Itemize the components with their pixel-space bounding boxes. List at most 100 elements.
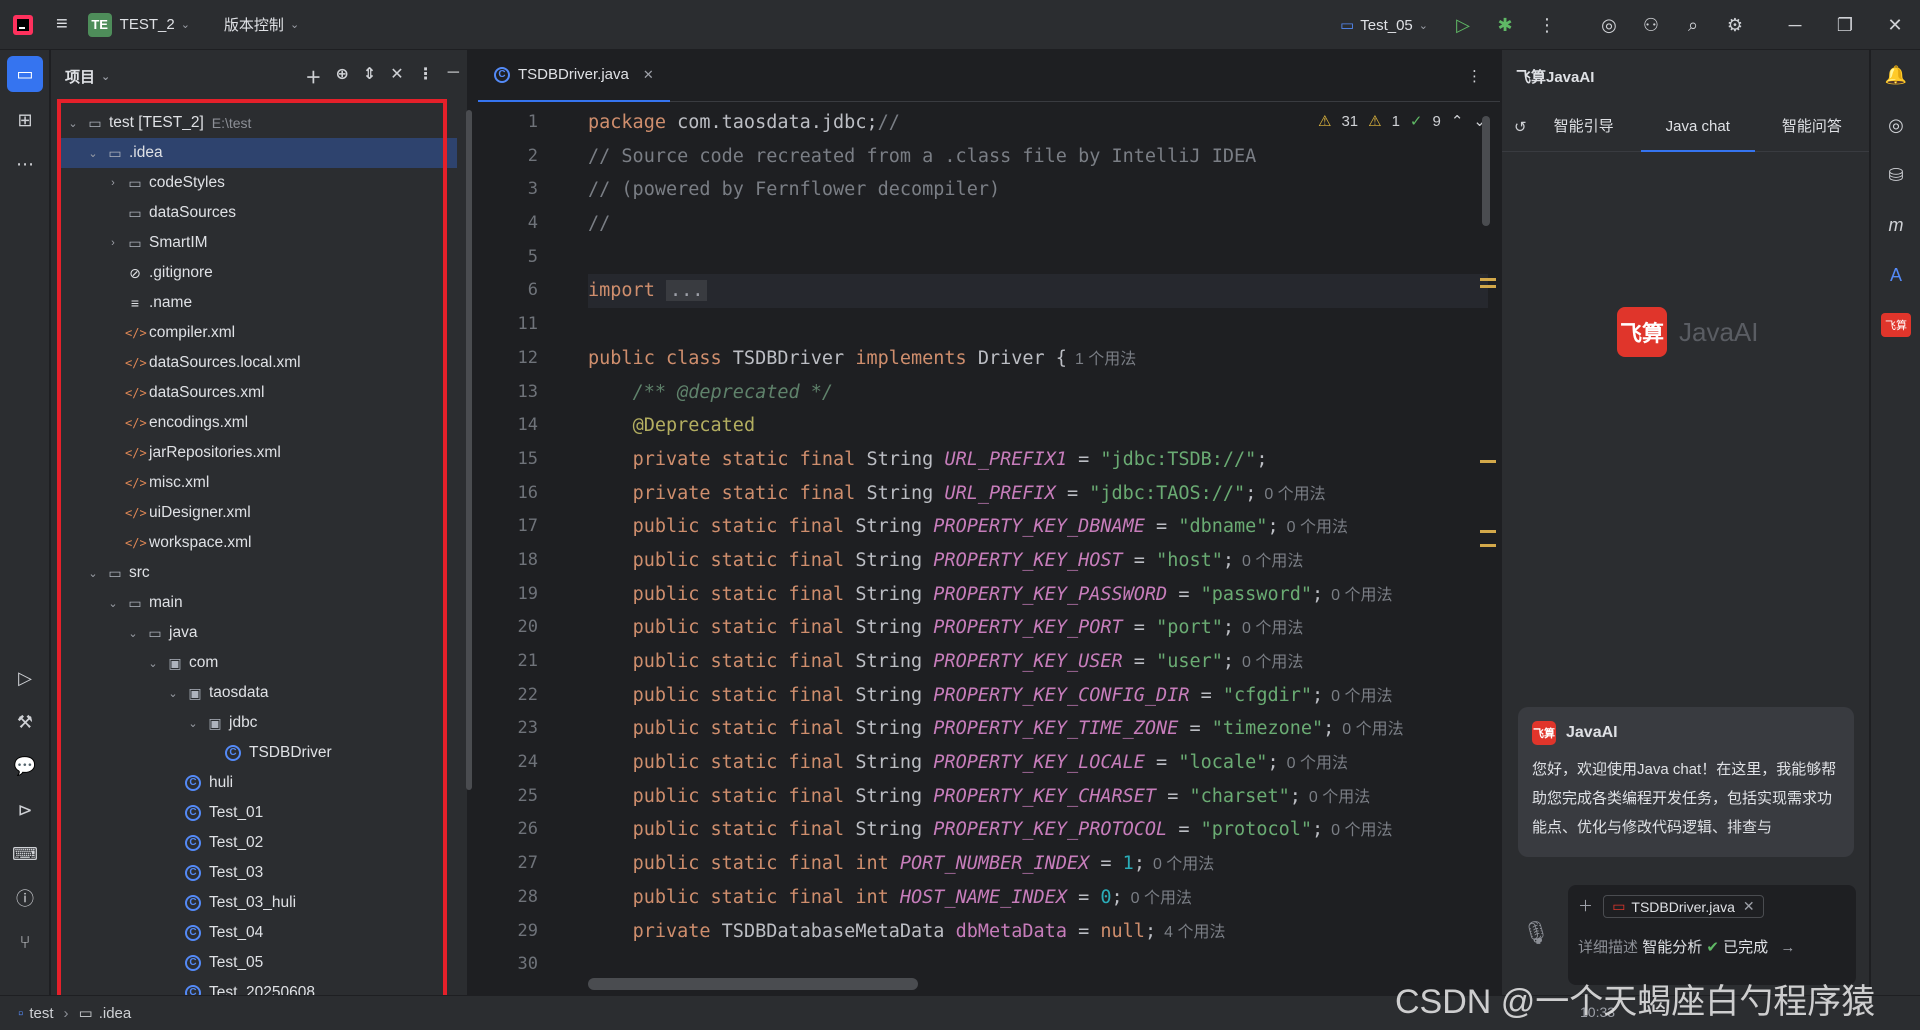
ai-chat-icon[interactable]: ◎ bbox=[1871, 100, 1920, 150]
code-line[interactable]: public static final String PROPERTY_KEY_… bbox=[588, 780, 1488, 814]
problems-tool-icon[interactable]: ⓘ bbox=[0, 876, 50, 920]
chat-input[interactable]: ＋ ▭ TSDBDriver.java ✕ 详细描述 智能分析 ✔ 已完成 → bbox=[1568, 885, 1856, 985]
code-line[interactable]: @Deprecated bbox=[588, 409, 1488, 443]
tab-smart-guide[interactable]: 智能引导 bbox=[1527, 102, 1641, 152]
code-line[interactable]: public static final String PROPERTY_KEY_… bbox=[588, 611, 1488, 645]
debug-icon[interactable]: ✱ bbox=[1484, 0, 1526, 50]
tab-java-chat[interactable]: Java chat bbox=[1640, 102, 1755, 152]
restore-icon[interactable]: ❐ bbox=[1824, 0, 1866, 50]
history-icon[interactable]: ↺ bbox=[1502, 118, 1527, 136]
tree-item[interactable]: ▭ dataSources bbox=[57, 198, 457, 228]
more-actions-icon[interactable]: ⋮ bbox=[1526, 0, 1568, 50]
code-line[interactable]: public static final String PROPERTY_KEY_… bbox=[588, 645, 1488, 679]
breadcrumb-folder[interactable]: .idea bbox=[99, 1005, 132, 1022]
tree-item[interactable]: </> workspace.xml bbox=[57, 528, 457, 558]
settings-gear-icon[interactable]: ⚙ bbox=[1714, 0, 1756, 50]
code-line[interactable]: public static final String PROPERTY_KEY_… bbox=[588, 813, 1488, 847]
main-menu-icon[interactable]: ≡ bbox=[46, 0, 78, 49]
chevron-down-icon[interactable]: ⌄ bbox=[125, 627, 141, 640]
code-line[interactable]: /** @deprecated */ bbox=[588, 376, 1488, 410]
error-stripe-marker[interactable] bbox=[1480, 544, 1496, 547]
tree-item[interactable]: › ▭ SmartIM bbox=[57, 228, 457, 258]
code-line[interactable]: public class TSDBDriver implements Drive… bbox=[588, 342, 1488, 376]
code-line[interactable]: public static final String PROPERTY_KEY_… bbox=[588, 544, 1488, 578]
add-context-icon[interactable]: ＋ bbox=[1578, 898, 1593, 915]
tree-item[interactable]: C Test_03_huli bbox=[57, 888, 457, 918]
tree-item[interactable]: </> compiler.xml bbox=[57, 318, 457, 348]
tree-item[interactable]: </> uiDesigner.xml bbox=[57, 498, 457, 528]
microphone-icon[interactable]: 🎙 bbox=[1522, 920, 1550, 946]
tree-item[interactable]: ⌄ ▭ src bbox=[57, 558, 457, 588]
build-tool-icon[interactable]: ⚒ bbox=[0, 700, 50, 744]
ai-assistant-icon[interactable]: ◎ bbox=[1588, 0, 1630, 50]
chevron-down-icon[interactable]: ⌄ bbox=[65, 117, 81, 130]
options-icon[interactable]: ⋮ bbox=[418, 64, 434, 88]
javaai-tool-icon[interactable]: 飞算 bbox=[1871, 300, 1920, 350]
notifications-icon[interactable]: 🔔 bbox=[1871, 50, 1920, 100]
editor-options-icon[interactable]: ⋮ bbox=[1467, 67, 1482, 85]
minimize-icon[interactable]: ─ bbox=[1774, 0, 1816, 50]
tree-item[interactable]: C Test_05 bbox=[57, 948, 457, 978]
chevron-right-icon[interactable]: › bbox=[105, 237, 121, 249]
tree-item[interactable]: C Test_20250608 bbox=[57, 978, 457, 996]
code-line[interactable]: public static final String PROPERTY_KEY_… bbox=[588, 712, 1488, 746]
tree-item[interactable]: ⊘ .gitignore bbox=[57, 258, 457, 288]
tree-item[interactable]: C TSDBDriver bbox=[57, 738, 457, 768]
code-line[interactable]: import ... bbox=[588, 274, 1488, 309]
chevron-down-icon[interactable]: ⌄ bbox=[85, 147, 101, 160]
code-line[interactable]: private TSDBDatabaseMetaData dbMetaData … bbox=[588, 915, 1488, 949]
maven-icon[interactable]: m bbox=[1871, 200, 1920, 250]
chevron-down-icon[interactable]: ⌄ bbox=[145, 657, 161, 670]
error-stripe-marker[interactable] bbox=[1480, 530, 1496, 533]
code-line[interactable]: private static final String URL_PREFIX =… bbox=[588, 477, 1488, 511]
translate-icon[interactable]: A bbox=[1871, 250, 1920, 300]
tree-item[interactable]: ⌄ ▣ taosdata bbox=[57, 678, 457, 708]
chevron-down-icon[interactable]: ⌄ bbox=[105, 597, 121, 610]
tree-item[interactable]: ⌄ ▭ .idea bbox=[57, 138, 457, 168]
code-line[interactable]: public static final String PROPERTY_KEY_… bbox=[588, 679, 1488, 713]
new-file-icon[interactable]: ＋ bbox=[305, 64, 321, 88]
attached-file-chip[interactable]: ▭ TSDBDriver.java ✕ bbox=[1603, 895, 1764, 918]
code-with-me-icon[interactable]: ⚇ bbox=[1630, 0, 1672, 50]
terminal-tool-icon[interactable]: ⌨ bbox=[0, 832, 50, 876]
tree-item[interactable]: ≡ .name bbox=[57, 288, 457, 318]
tree-item[interactable]: </> encodings.xml bbox=[57, 408, 457, 438]
code-line[interactable] bbox=[588, 948, 1488, 982]
app-logo-icon[interactable] bbox=[0, 0, 46, 49]
structure-tool-icon[interactable]: ⊞ bbox=[0, 98, 50, 142]
code-line[interactable]: public static final String PROPERTY_KEY_… bbox=[588, 578, 1488, 612]
run-tool-icon[interactable]: ▷ bbox=[0, 656, 50, 700]
remove-attachment-icon[interactable]: ✕ bbox=[1743, 898, 1755, 915]
database-icon[interactable]: ⛁ bbox=[1871, 150, 1920, 200]
close-tab-icon[interactable]: ✕ bbox=[643, 67, 654, 83]
tree-item[interactable]: › ▭ codeStyles bbox=[57, 168, 457, 198]
chat-tool-icon[interactable]: 💬 bbox=[0, 744, 50, 788]
error-stripe-marker[interactable] bbox=[1480, 460, 1496, 463]
tree-item[interactable]: ⌄ ▭ main bbox=[57, 588, 457, 618]
code-line[interactable]: private static final String URL_PREFIX1 … bbox=[588, 443, 1488, 477]
editor-tab[interactable]: C TSDBDriver.java ✕ bbox=[478, 50, 670, 102]
code-line[interactable]: package com.taosdata.jdbc;// bbox=[588, 106, 1488, 140]
code-area[interactable]: package com.taosdata.jdbc;//// Source co… bbox=[588, 106, 1488, 982]
tree-item[interactable]: </> jarRepositories.xml bbox=[57, 438, 457, 468]
project-panel-title[interactable]: 项目 bbox=[65, 66, 95, 87]
locate-file-icon[interactable]: ⊕ bbox=[335, 64, 348, 88]
project-tree-scrollbar[interactable] bbox=[466, 110, 472, 790]
git-tool-icon[interactable]: ⑂ bbox=[0, 920, 50, 964]
code-line[interactable] bbox=[588, 241, 1488, 275]
error-stripe-marker[interactable] bbox=[1480, 278, 1496, 281]
project-switcher[interactable]: TE TEST_2 ⌄ bbox=[78, 0, 200, 49]
tree-item[interactable]: Chuli bbox=[57, 768, 457, 798]
code-line[interactable]: public static final int PORT_NUMBER_INDE… bbox=[588, 847, 1488, 881]
tree-item[interactable]: ⌄ ▭ test [TEST_2] E:\test bbox=[57, 108, 457, 138]
code-line[interactable]: // bbox=[588, 207, 1488, 241]
vcs-menu[interactable]: 版本控制 ⌄ bbox=[214, 0, 309, 49]
editor-horizontal-scrollbar[interactable] bbox=[588, 978, 918, 990]
code-line[interactable]: public static final String PROPERTY_KEY_… bbox=[588, 746, 1488, 780]
tree-item[interactable]: </> dataSources.local.xml bbox=[57, 348, 457, 378]
code-line[interactable]: // (powered by Fernflower decompiler) bbox=[588, 173, 1488, 207]
chevron-down-icon[interactable]: ⌄ bbox=[85, 567, 101, 580]
chevron-right-icon[interactable]: › bbox=[105, 177, 121, 189]
tree-item[interactable]: C Test_01 bbox=[57, 798, 457, 828]
run-icon[interactable]: ▷ bbox=[1442, 0, 1484, 50]
